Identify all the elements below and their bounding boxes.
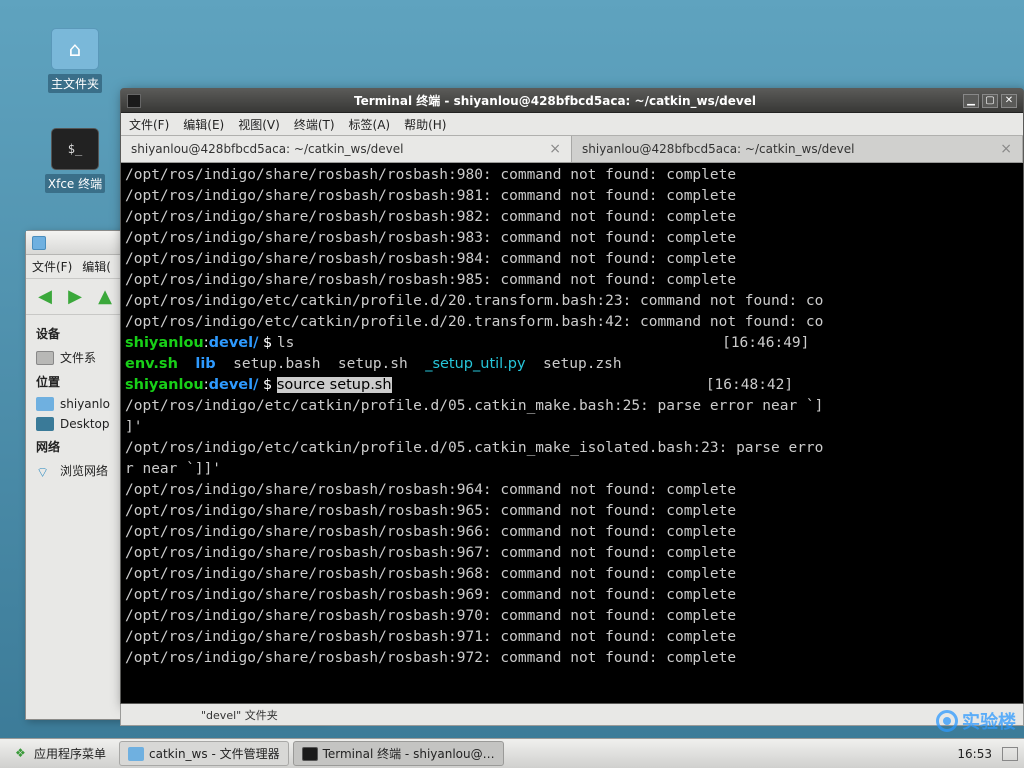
menu-tabs[interactable]: 标签(A) xyxy=(349,116,391,133)
taskbar-item-terminal[interactable]: Terminal 终端 - shiyanlou@… xyxy=(293,741,504,766)
drive-icon xyxy=(36,351,54,365)
wifi-icon: ⌔ xyxy=(36,464,54,478)
desktop-icon-label: Xfce 终端 xyxy=(45,174,105,193)
window-controls: ▁ ▢ ✕ xyxy=(963,94,1017,108)
xfce-logo-icon: ❖ xyxy=(15,746,29,762)
menu-view[interactable]: 视图(V) xyxy=(238,116,280,133)
desktop-icon-label: 主文件夹 xyxy=(48,74,102,93)
tab-close-icon[interactable]: × xyxy=(1000,141,1012,157)
terminal-window[interactable]: Terminal 终端 - shiyanlou@428bfbcd5aca: ~/… xyxy=(120,88,1024,704)
maximize-button[interactable]: ▢ xyxy=(982,94,998,108)
terminal-titlebar[interactable]: Terminal 终端 - shiyanlou@428bfbcd5aca: ~/… xyxy=(121,89,1023,113)
terminal-icon xyxy=(302,747,318,761)
nav-back-icon[interactable]: ◀ xyxy=(32,284,58,310)
terminal-icon: $_ xyxy=(51,128,99,170)
folder-icon xyxy=(128,747,144,761)
file-manager-statusbar: "devel" 文件夹 xyxy=(120,704,1024,726)
terminal-title: Terminal 终端 - shiyanlou@428bfbcd5aca: ~/… xyxy=(147,92,963,109)
nav-up-icon[interactable]: ▲ xyxy=(92,284,118,310)
home-icon xyxy=(36,397,54,411)
clock[interactable]: 16:53 xyxy=(957,747,992,761)
desktop-icon-home[interactable]: ⌂ 主文件夹 xyxy=(35,28,115,93)
menu-edit[interactable]: 编辑( xyxy=(82,258,111,275)
taskbar[interactable]: ❖应用程序菜单 catkin_ws - 文件管理器 Terminal 终端 - … xyxy=(0,738,1024,768)
terminal-icon xyxy=(127,94,141,108)
desktop: ⌂ 主文件夹 $_ Xfce 终端 文件(F) 编辑( ◀ ▶ ▲ 设备 文件系… xyxy=(0,0,1024,768)
folder-home-icon: ⌂ xyxy=(51,28,99,70)
watermark: 实验楼 xyxy=(936,708,1016,734)
statusbar-text: "devel" 文件夹 xyxy=(201,707,278,723)
desktop-icon-terminal[interactable]: $_ Xfce 终端 xyxy=(35,128,115,193)
tray-icon[interactable] xyxy=(1002,747,1018,761)
watermark-icon xyxy=(936,710,958,732)
nav-forward-icon[interactable]: ▶ xyxy=(62,284,88,310)
menu-help[interactable]: 帮助(H) xyxy=(404,116,446,133)
folder-icon xyxy=(32,236,46,250)
close-button[interactable]: ✕ xyxy=(1001,94,1017,108)
taskbar-item-filemanager[interactable]: catkin_ws - 文件管理器 xyxy=(119,741,289,766)
taskbar-tray: 16:53 xyxy=(957,747,1018,761)
desktop-folder-icon xyxy=(36,417,54,431)
menu-terminal[interactable]: 终端(T) xyxy=(294,116,335,133)
terminal-menubar[interactable]: 文件(F) 编辑(E) 视图(V) 终端(T) 标签(A) 帮助(H) xyxy=(121,113,1023,136)
terminal-tab[interactable]: shiyanlou@428bfbcd5aca: ~/catkin_ws/deve… xyxy=(572,136,1023,162)
terminal-tabbar: shiyanlou@428bfbcd5aca: ~/catkin_ws/deve… xyxy=(121,136,1023,163)
menu-file[interactable]: 文件(F) xyxy=(129,116,169,133)
terminal-output[interactable]: /opt/ros/indigo/share/rosbash/rosbash:98… xyxy=(121,163,1023,703)
tab-close-icon[interactable]: × xyxy=(549,141,561,157)
menu-file[interactable]: 文件(F) xyxy=(32,258,72,275)
minimize-button[interactable]: ▁ xyxy=(963,94,979,108)
menu-edit[interactable]: 编辑(E) xyxy=(183,116,224,133)
applications-menu-button[interactable]: ❖应用程序菜单 xyxy=(6,741,115,766)
terminal-tab[interactable]: shiyanlou@428bfbcd5aca: ~/catkin_ws/deve… xyxy=(121,136,572,162)
